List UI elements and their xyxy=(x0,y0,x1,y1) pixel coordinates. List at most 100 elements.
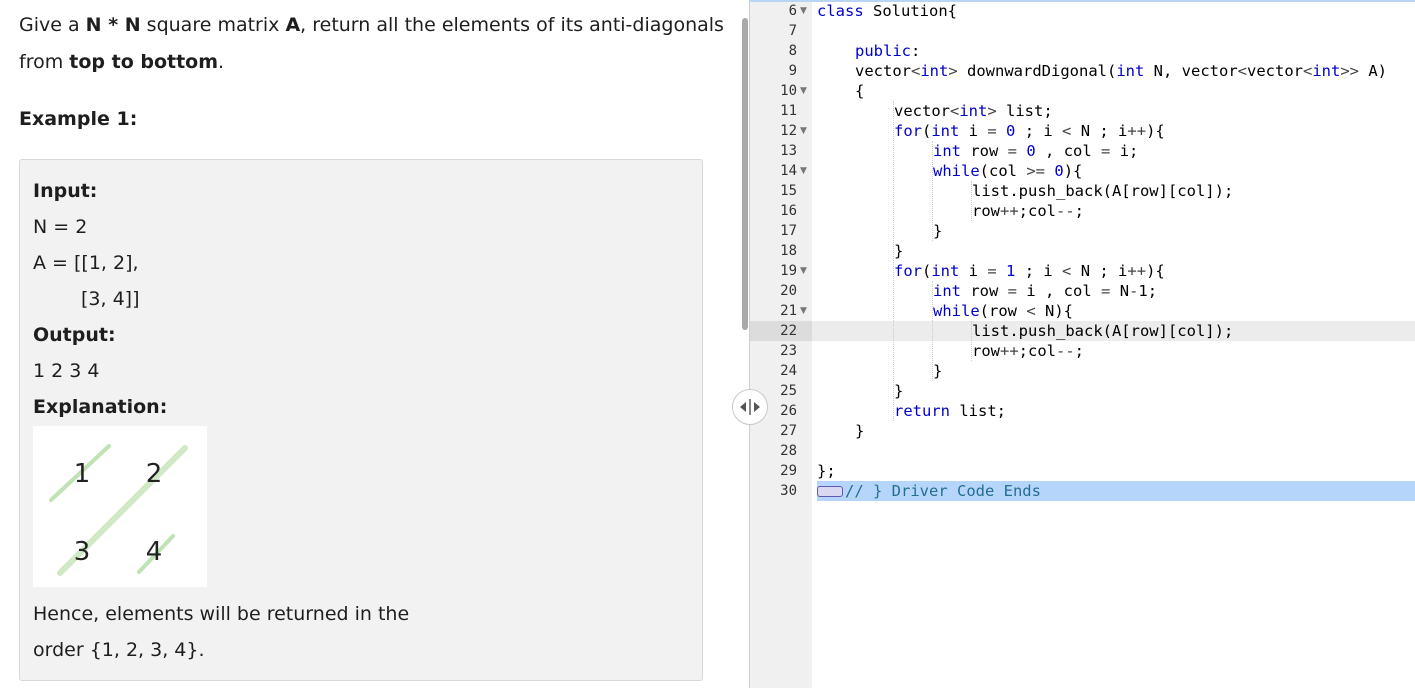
code-line[interactable]: 14 ▼ while(col >= 0){ xyxy=(750,161,1415,181)
code-token: list.push_back(A[row][col]); xyxy=(972,182,1234,200)
code-token: < xyxy=(1062,262,1072,280)
code-token: vector xyxy=(894,102,950,120)
code-token: >> xyxy=(1340,62,1360,80)
code-line[interactable]: 27 } xyxy=(750,421,1415,441)
code-token: = xyxy=(1007,282,1018,300)
code-token: int xyxy=(920,62,949,80)
code-line[interactable]: 21 ▼ while(row < N){ xyxy=(750,301,1415,321)
folded-code-icon[interactable] xyxy=(817,486,843,497)
code-token: row xyxy=(961,142,1008,160)
line-number: 20 xyxy=(780,283,797,299)
code-line[interactable]: 6 ▼ class Solution{ xyxy=(750,1,1415,21)
explanation-text-line1: Hence, elements will be returned in the xyxy=(33,603,410,625)
code-line[interactable]: 26 return list; xyxy=(750,401,1415,421)
line-number: 11 xyxy=(780,103,797,119)
matrix-cell-1: 1 xyxy=(74,459,91,489)
code-token: for xyxy=(894,262,922,280)
code-line[interactable]: 29 }; xyxy=(750,461,1415,481)
code-token: -- xyxy=(1056,202,1075,220)
code-token: ; xyxy=(1074,202,1085,220)
line-number: 16 xyxy=(780,203,797,219)
code-line[interactable]: 10 ▼ { xyxy=(750,81,1415,101)
code-line[interactable]: 17 } xyxy=(750,221,1415,241)
code-line[interactable]: 23 row++;col--; xyxy=(750,341,1415,361)
code-editor[interactable]: 6 ▼ class Solution{ 7 8 public: 9 vector… xyxy=(750,0,1415,688)
code-token: N ; i xyxy=(1071,262,1128,280)
line-number: 27 xyxy=(780,423,797,439)
code-token: } xyxy=(894,242,904,260)
code-token: -- xyxy=(1056,342,1075,360)
code-token: int xyxy=(931,122,960,140)
code-token: < xyxy=(1303,62,1313,80)
code-line[interactable]: 12 ▼ for(int i = 0 ; i < N ; i++){ xyxy=(750,121,1415,141)
code-token: ++ xyxy=(1000,342,1019,360)
code-token: < xyxy=(950,102,960,120)
code-token: ++ xyxy=(1127,262,1147,280)
fold-arrow-icon[interactable]: ▼ xyxy=(800,161,807,181)
code-line[interactable]: 13 int row = 0 , col = i; xyxy=(750,141,1415,161)
code-line[interactable]: 24 } xyxy=(750,361,1415,381)
line-number: 21 xyxy=(780,303,797,319)
matrix-line1: A = [[1, 2], xyxy=(33,252,139,274)
code-line[interactable]: 9 vector<int> downwardDigonal(int N, vec… xyxy=(750,61,1415,81)
code-line[interactable]: 25 } xyxy=(750,381,1415,401)
code-comment: // } Driver Code Ends xyxy=(845,482,1041,500)
code-token: int xyxy=(959,102,988,120)
fold-arrow-icon[interactable]: ▼ xyxy=(800,1,807,21)
code-token: = xyxy=(987,122,997,140)
code-token: 0 xyxy=(1054,162,1064,180)
line-number: 9 xyxy=(788,63,797,79)
code-token: ; i xyxy=(1015,262,1063,280)
code-token: list; xyxy=(996,102,1053,120)
code-token: while xyxy=(933,162,980,180)
code-token: (col xyxy=(979,162,1027,180)
code-token: class xyxy=(817,2,864,20)
code-token: row xyxy=(972,342,1000,360)
code-token: (row xyxy=(979,302,1027,320)
code-line[interactable]: 8 public: xyxy=(750,41,1415,61)
line-number: 8 xyxy=(788,43,797,59)
code-token: ){ xyxy=(1146,122,1165,140)
code-line[interactable]: 11 vector<int> list; xyxy=(750,101,1415,121)
code-token: ( xyxy=(922,262,932,280)
code-token: N ; i xyxy=(1071,122,1128,140)
line-number: 22 xyxy=(780,323,797,339)
example-heading: Example 1: xyxy=(19,108,138,130)
code-line[interactable]: 16 row++;col--; xyxy=(750,201,1415,221)
code-line[interactable]: 7 xyxy=(750,21,1415,41)
problem-scrollbar-thumb[interactable] xyxy=(742,18,748,330)
code-token: ){ xyxy=(1146,262,1165,280)
code-token: i , col xyxy=(1017,282,1102,300)
line-number: 14 xyxy=(780,163,797,179)
line-number: 29 xyxy=(780,463,797,479)
code-line[interactable]: 20 int row = i , col = N-1; xyxy=(750,281,1415,301)
problem-panel: Give a N * N square matrix A, return all… xyxy=(0,0,740,688)
code-token: ++ xyxy=(1000,202,1019,220)
code-token: ( xyxy=(922,122,932,140)
fold-arrow-icon[interactable]: ▼ xyxy=(800,81,807,101)
code-line[interactable]: 18 } xyxy=(750,241,1415,261)
code-line[interactable]: 30 // } Driver Code Ends xyxy=(750,481,1415,501)
code-token: vector xyxy=(1247,62,1303,80)
code-line[interactable]: 15 list.push_back(A[row][col]); xyxy=(750,181,1415,201)
code-token: vector xyxy=(1181,62,1238,80)
code-token: } xyxy=(933,362,943,380)
fold-arrow-icon[interactable]: ▼ xyxy=(800,261,807,281)
code-line-active[interactable]: 22 list.push_back(A[row][col]); xyxy=(750,321,1415,341)
fold-arrow-icon[interactable]: ▼ xyxy=(800,121,807,141)
code-token: = xyxy=(1101,142,1111,160)
code-token: > xyxy=(987,102,997,120)
line-number: 12 xyxy=(780,123,797,139)
code-token: vector xyxy=(855,62,911,80)
code-token: i xyxy=(959,122,988,140)
fold-arrow-icon[interactable]: ▼ xyxy=(800,301,807,321)
code-token: N){ xyxy=(1035,302,1074,320)
code-line[interactable]: 19 ▼ for(int i = 1 ; i < N ; i++){ xyxy=(750,261,1415,281)
code-token: Solution{ xyxy=(863,2,957,20)
code-line[interactable]: 28 xyxy=(750,441,1415,461)
code-token: { xyxy=(855,82,865,100)
code-token: A) xyxy=(1359,62,1388,80)
split-resize-icon[interactable] xyxy=(732,389,768,425)
code-token: }; xyxy=(817,462,836,480)
